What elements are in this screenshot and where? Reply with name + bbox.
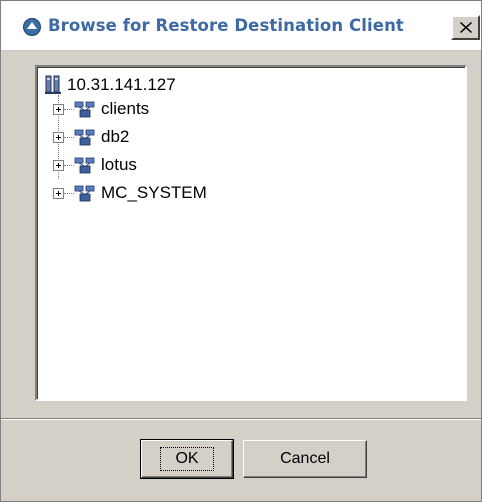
client-group-icon	[74, 129, 95, 146]
cancel-button-label: Cancel	[280, 450, 330, 467]
client-group-icon	[74, 101, 95, 118]
tree-branch-line	[64, 164, 74, 166]
server-icon	[45, 75, 61, 94]
tree-node-label: clients	[101, 99, 150, 118]
client-group-icon	[74, 185, 95, 202]
client-tree[interactable]: 10.31.141.127 clients db2 lotus MC_SYSTE…	[35, 65, 467, 401]
button-separator	[1, 418, 481, 420]
tree-node-lotus[interactable]: lotus	[53, 154, 137, 176]
tree-branch-line	[64, 192, 74, 194]
tree-node-label: MC_SYSTEM	[101, 183, 207, 202]
tree-node-label: db2	[101, 127, 130, 146]
ok-button-label: OK	[160, 447, 214, 471]
expand-icon[interactable]	[53, 159, 64, 171]
tree-node-clients[interactable]: clients	[53, 98, 149, 120]
tree-root-label: 10.31.141.127	[67, 75, 176, 94]
tree-branch-line	[64, 108, 74, 110]
expand-icon[interactable]	[53, 187, 64, 199]
expand-icon[interactable]	[53, 103, 64, 115]
cancel-button[interactable]: Cancel	[243, 440, 367, 478]
tree-node-label: lotus	[101, 155, 137, 174]
tree-branch-line	[64, 136, 74, 138]
tree-root-node[interactable]: 10.31.141.127	[45, 74, 176, 96]
close-button[interactable]	[451, 15, 480, 40]
close-icon	[459, 22, 472, 33]
ok-button[interactable]: OK	[140, 439, 234, 479]
client-group-icon	[74, 157, 95, 174]
app-icon	[23, 18, 41, 36]
dialog-title: Browse for Restore Destination Client	[48, 16, 404, 35]
restore-destination-dialog: Browse for Restore Destination Client 10…	[0, 0, 482, 502]
tree-node-db2[interactable]: db2	[53, 126, 129, 148]
title-bar[interactable]: Browse for Restore Destination Client	[1, 1, 481, 51]
tree-node-mc-system[interactable]: MC_SYSTEM	[53, 182, 207, 204]
expand-icon[interactable]	[53, 131, 64, 143]
